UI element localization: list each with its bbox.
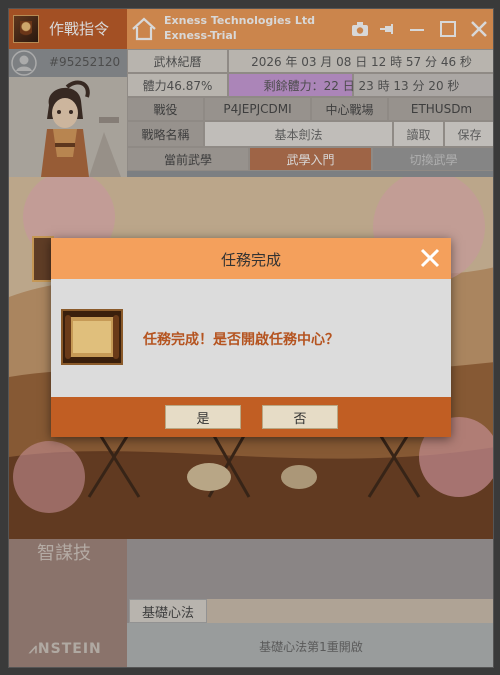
scroll-icon	[61, 309, 123, 365]
dialog-close-icon[interactable]	[419, 247, 441, 269]
dialog-message: 任務完成！是否開啟任務中心？	[143, 332, 339, 348]
app-window: 作戰指令 Exness Technologies Ltd Exness-Tria…	[8, 8, 494, 668]
dialog-body: 任務完成！是否開啟任務中心？	[51, 279, 451, 397]
dialog-header: 任務完成	[51, 238, 451, 279]
no-button[interactable]: 否	[262, 405, 338, 429]
yes-button[interactable]: 是	[165, 405, 241, 429]
dialog-title: 任務完成	[220, 251, 281, 269]
task-complete-dialog: 任務完成 任務完成！是否開啟任務中心？ 是 否	[51, 238, 451, 437]
